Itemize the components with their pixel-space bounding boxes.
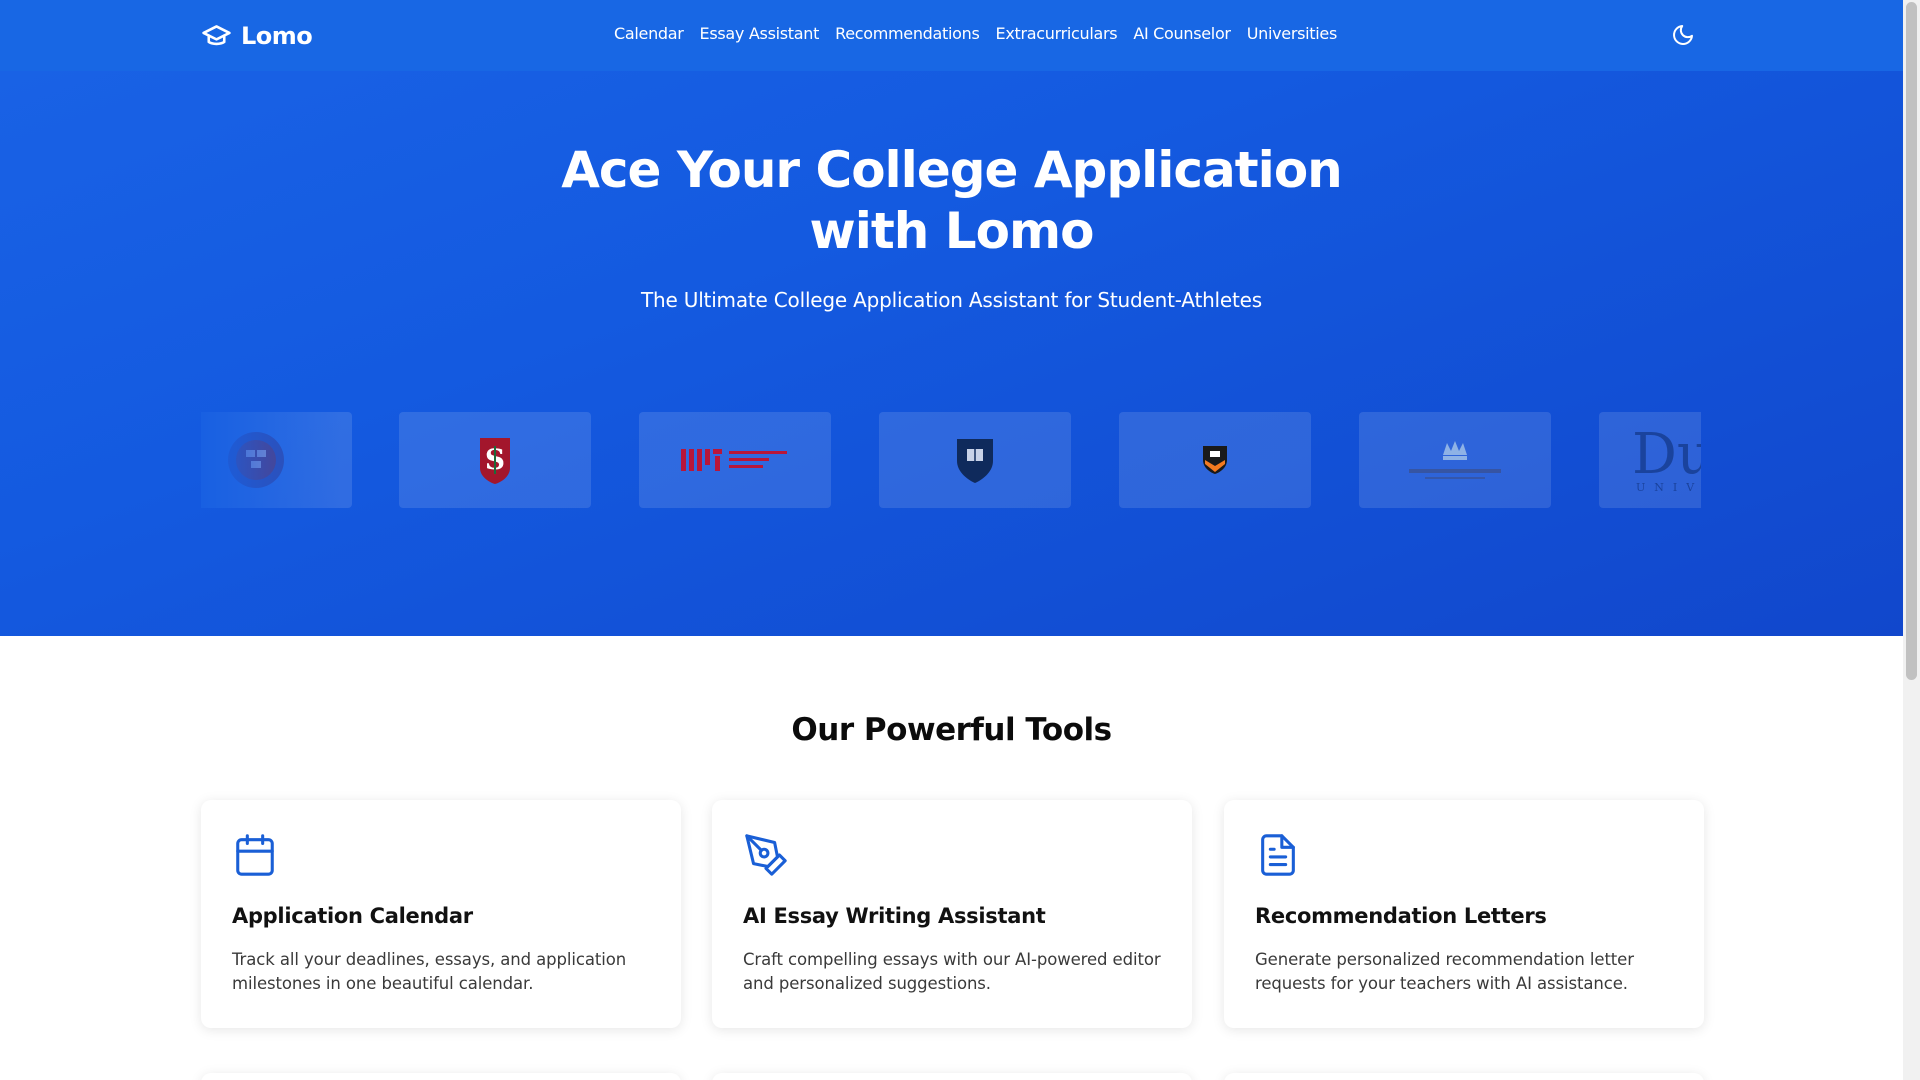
tool-card-next-row xyxy=(201,1073,681,1080)
duke-logo: Du UNIV xyxy=(1599,412,1701,508)
brand-name: Lomo xyxy=(241,21,313,50)
nav-link-extracurriculars[interactable]: Extracurriculars xyxy=(996,24,1118,43)
princeton-logo xyxy=(1119,412,1311,508)
tool-card-calendar[interactable]: Application Calendar Track all your dead… xyxy=(201,800,681,1028)
hero-title: Ace Your College Application with Lomo xyxy=(0,140,1903,262)
mit-logo xyxy=(639,412,831,508)
tool-card-title: Application Calendar xyxy=(232,904,473,928)
document-icon xyxy=(1261,834,1295,876)
nav-link-essay-assistant[interactable]: Essay Assistant xyxy=(700,24,820,43)
brand-logo[interactable]: Lomo xyxy=(201,20,313,51)
pen-tool-icon xyxy=(745,834,787,876)
svg-text:UNIV: UNIV xyxy=(1636,481,1701,494)
calendar-icon xyxy=(236,834,274,876)
tool-card-recommendations[interactable]: Recommendation Letters Generate personal… xyxy=(1224,800,1704,1028)
graduation-cap-icon xyxy=(202,25,231,46)
tool-card-title: Recommendation Letters xyxy=(1255,904,1547,928)
university-logo-carousel: S Du UNIV xyxy=(201,412,1701,508)
hero-section xyxy=(0,0,1903,636)
scrollbar-thumb[interactable] xyxy=(1906,2,1917,680)
hero-subtitle: The Ultimate College Application Assista… xyxy=(641,288,1262,312)
nav-link-recommendations[interactable]: Recommendations xyxy=(835,24,980,43)
tool-card-essay-assistant[interactable]: AI Essay Writing Assistant Craft compell… xyxy=(712,800,1192,1028)
moon-icon[interactable] xyxy=(1671,23,1695,47)
nav-link-ai-counselor[interactable]: AI Counselor xyxy=(1133,24,1231,43)
hero-title-line-1: Ace Your College Application xyxy=(561,141,1343,199)
nav-link-calendar[interactable]: Calendar xyxy=(614,24,684,43)
nav-link-universities[interactable]: Universities xyxy=(1247,24,1338,43)
tool-card-description: Generate personalized recommendation let… xyxy=(1255,950,1634,993)
svg-text:Du: Du xyxy=(1632,425,1701,487)
yale-logo xyxy=(879,412,1071,508)
page-scrollbar[interactable] xyxy=(1903,0,1920,1080)
tool-card-title: AI Essay Writing Assistant xyxy=(743,904,1046,928)
tool-card-next-row xyxy=(712,1073,1192,1080)
tool-card-description: Track all your deadlines, essays, and ap… xyxy=(232,950,627,993)
tool-card-description: Craft compelling essays with our AI-powe… xyxy=(743,950,1161,993)
top-navbar: Lomo Calendar Essay Assistant Recommenda… xyxy=(0,0,1903,71)
carousel-fade xyxy=(201,412,341,508)
hero-title-line-2: with Lomo xyxy=(809,202,1095,260)
tools-section-title: Our Powerful Tools xyxy=(791,712,1112,748)
stanford-logo: S xyxy=(399,412,591,508)
columbia-logo xyxy=(1359,412,1551,508)
nav-links: Calendar Essay Assistant Recommendations… xyxy=(614,24,1337,43)
tool-card-next-row xyxy=(1224,1073,1704,1080)
